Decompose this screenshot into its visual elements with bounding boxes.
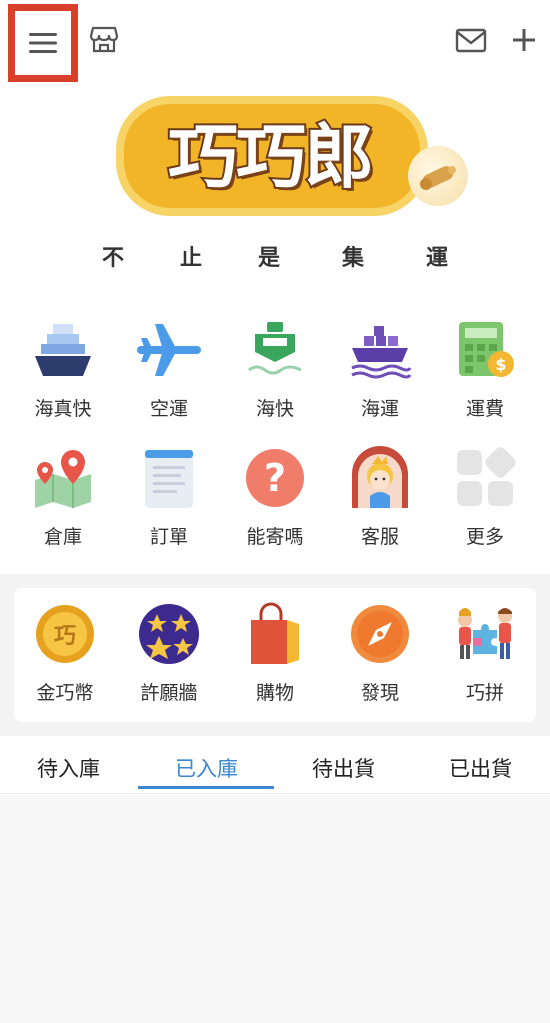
service-label: 倉庫 xyxy=(43,526,82,548)
feature-puzzle[interactable]: 巧拼 xyxy=(430,602,540,712)
svg-text:?: ? xyxy=(264,456,286,500)
store-icon xyxy=(89,26,119,53)
service-can-ship[interactable]: ? 能寄嗎 xyxy=(220,446,330,556)
service-label: 海運 xyxy=(360,398,399,420)
customer-service-icon xyxy=(348,446,412,510)
service-sea-express-plus[interactable]: 海真快 xyxy=(8,318,118,428)
coin-icon: 巧 xyxy=(33,602,97,666)
document-icon xyxy=(137,446,201,510)
service-warehouse[interactable]: 倉庫 xyxy=(8,446,118,556)
slogan-char: 集 xyxy=(342,246,365,271)
feature-label: 金巧幣 xyxy=(36,682,94,704)
tab-outbound[interactable]: 已出貨 xyxy=(412,742,549,794)
mail-icon xyxy=(455,28,487,53)
service-customer-service[interactable]: 客服 xyxy=(325,446,435,556)
service-air[interactable]: 空運 xyxy=(114,318,224,428)
service-label: 海快 xyxy=(255,398,294,420)
puzzle-icon xyxy=(453,602,517,666)
service-label: 客服 xyxy=(360,526,399,548)
cargo-ship-icon xyxy=(348,318,412,382)
service-more[interactable]: 更多 xyxy=(430,446,540,556)
order-status-tabs: 待入庫 已入庫 待出貨 已出貨 xyxy=(0,742,550,794)
logo-text: 巧巧郎 xyxy=(166,114,376,200)
hamburger-menu-icon xyxy=(29,33,57,53)
feature-label: 許願牆 xyxy=(140,682,198,704)
shopping-bag-icon xyxy=(243,602,307,666)
slogan-char: 是 xyxy=(258,246,281,271)
mail-button[interactable] xyxy=(454,24,488,56)
svg-text:$: $ xyxy=(495,355,506,374)
boat-icon xyxy=(243,318,307,382)
ship-icon xyxy=(31,318,95,382)
store-button[interactable] xyxy=(88,24,120,56)
service-label: 運費 xyxy=(465,398,504,420)
service-orders[interactable]: 訂單 xyxy=(114,446,224,556)
star-wall-icon xyxy=(137,602,201,666)
feature-gold-coin[interactable]: 巧 金巧幣 xyxy=(10,602,120,712)
feature-label: 巧拼 xyxy=(465,682,504,704)
slogan-char: 止 xyxy=(180,246,203,271)
service-label: 更多 xyxy=(465,526,504,548)
service-label: 訂單 xyxy=(149,526,188,548)
active-tab-indicator xyxy=(138,786,274,789)
tab-content-area xyxy=(0,795,550,1023)
feature-label: 購物 xyxy=(255,682,294,704)
service-label: 海真快 xyxy=(34,398,92,420)
plus-icon xyxy=(513,29,535,51)
service-sea-express[interactable]: 海快 xyxy=(220,318,330,428)
feature-shopping[interactable]: 購物 xyxy=(220,602,330,712)
slogan-char: 運 xyxy=(426,246,449,271)
slogan: 不 止 是 集 運 xyxy=(0,240,550,274)
service-label: 空運 xyxy=(149,398,188,420)
compass-icon xyxy=(348,602,412,666)
feature-wish-wall[interactable]: 許願牆 xyxy=(114,602,224,712)
top-bar xyxy=(0,0,550,84)
svg-text:巧: 巧 xyxy=(54,624,76,649)
add-button[interactable] xyxy=(508,24,540,56)
slogan-char: 不 xyxy=(102,246,125,271)
calculator-icon: $ xyxy=(453,318,517,382)
brand-logo: 巧巧郎 xyxy=(120,96,470,226)
scroll-icon xyxy=(408,146,468,206)
service-shipping-fee[interactable]: $ 運費 xyxy=(430,318,540,428)
menu-button[interactable] xyxy=(8,4,78,82)
airplane-icon xyxy=(137,318,201,382)
more-grid-icon xyxy=(453,446,517,510)
service-label: 能寄嗎 xyxy=(246,526,304,548)
tab-pending-inbound[interactable]: 待入庫 xyxy=(0,742,137,794)
feature-discover[interactable]: 發現 xyxy=(325,602,435,712)
question-icon: ? xyxy=(243,446,307,510)
map-pin-icon xyxy=(31,446,95,510)
tab-pending-outbound[interactable]: 待出貨 xyxy=(275,742,412,794)
service-sea[interactable]: 海運 xyxy=(325,318,435,428)
feature-label: 發現 xyxy=(360,682,399,704)
